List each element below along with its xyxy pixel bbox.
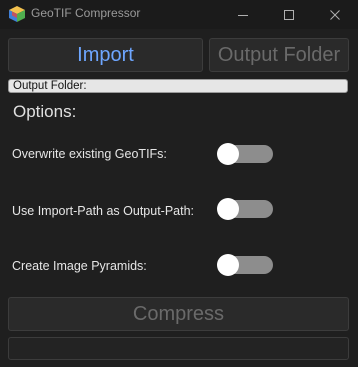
option-label-pyramids: Create Image Pyramids:: [12, 259, 147, 273]
option-label-use-import-path: Use Import-Path as Output-Path:: [12, 204, 195, 218]
option-label-overwrite: Overwrite existing GeoTIFs:: [12, 147, 167, 161]
minimize-icon: [238, 14, 248, 16]
use-import-path-toggle[interactable]: [217, 198, 274, 220]
geotif-app-icon: [8, 5, 26, 23]
close-button[interactable]: [312, 0, 358, 29]
title-bar: GeoTIF Compressor: [0, 0, 358, 29]
close-icon: [330, 9, 340, 20]
overwrite-toggle[interactable]: [217, 143, 274, 165]
toggle-knob: [217, 143, 239, 165]
minimize-button[interactable]: [220, 0, 266, 29]
toggle-knob: [217, 254, 239, 276]
image-pyramids-toggle[interactable]: [217, 254, 274, 276]
status-bar: [8, 337, 349, 360]
compress-button[interactable]: Compress: [8, 297, 349, 331]
maximize-icon: [284, 9, 294, 20]
output-folder-path: Output Folder:: [8, 79, 348, 93]
toggle-knob: [217, 198, 239, 220]
maximize-button[interactable]: [266, 0, 312, 29]
output-folder-button[interactable]: Output Folder: [209, 38, 349, 72]
import-button[interactable]: Import: [8, 38, 203, 72]
options-heading: Options:: [13, 102, 77, 121]
window-title: GeoTIF Compressor: [31, 6, 141, 20]
